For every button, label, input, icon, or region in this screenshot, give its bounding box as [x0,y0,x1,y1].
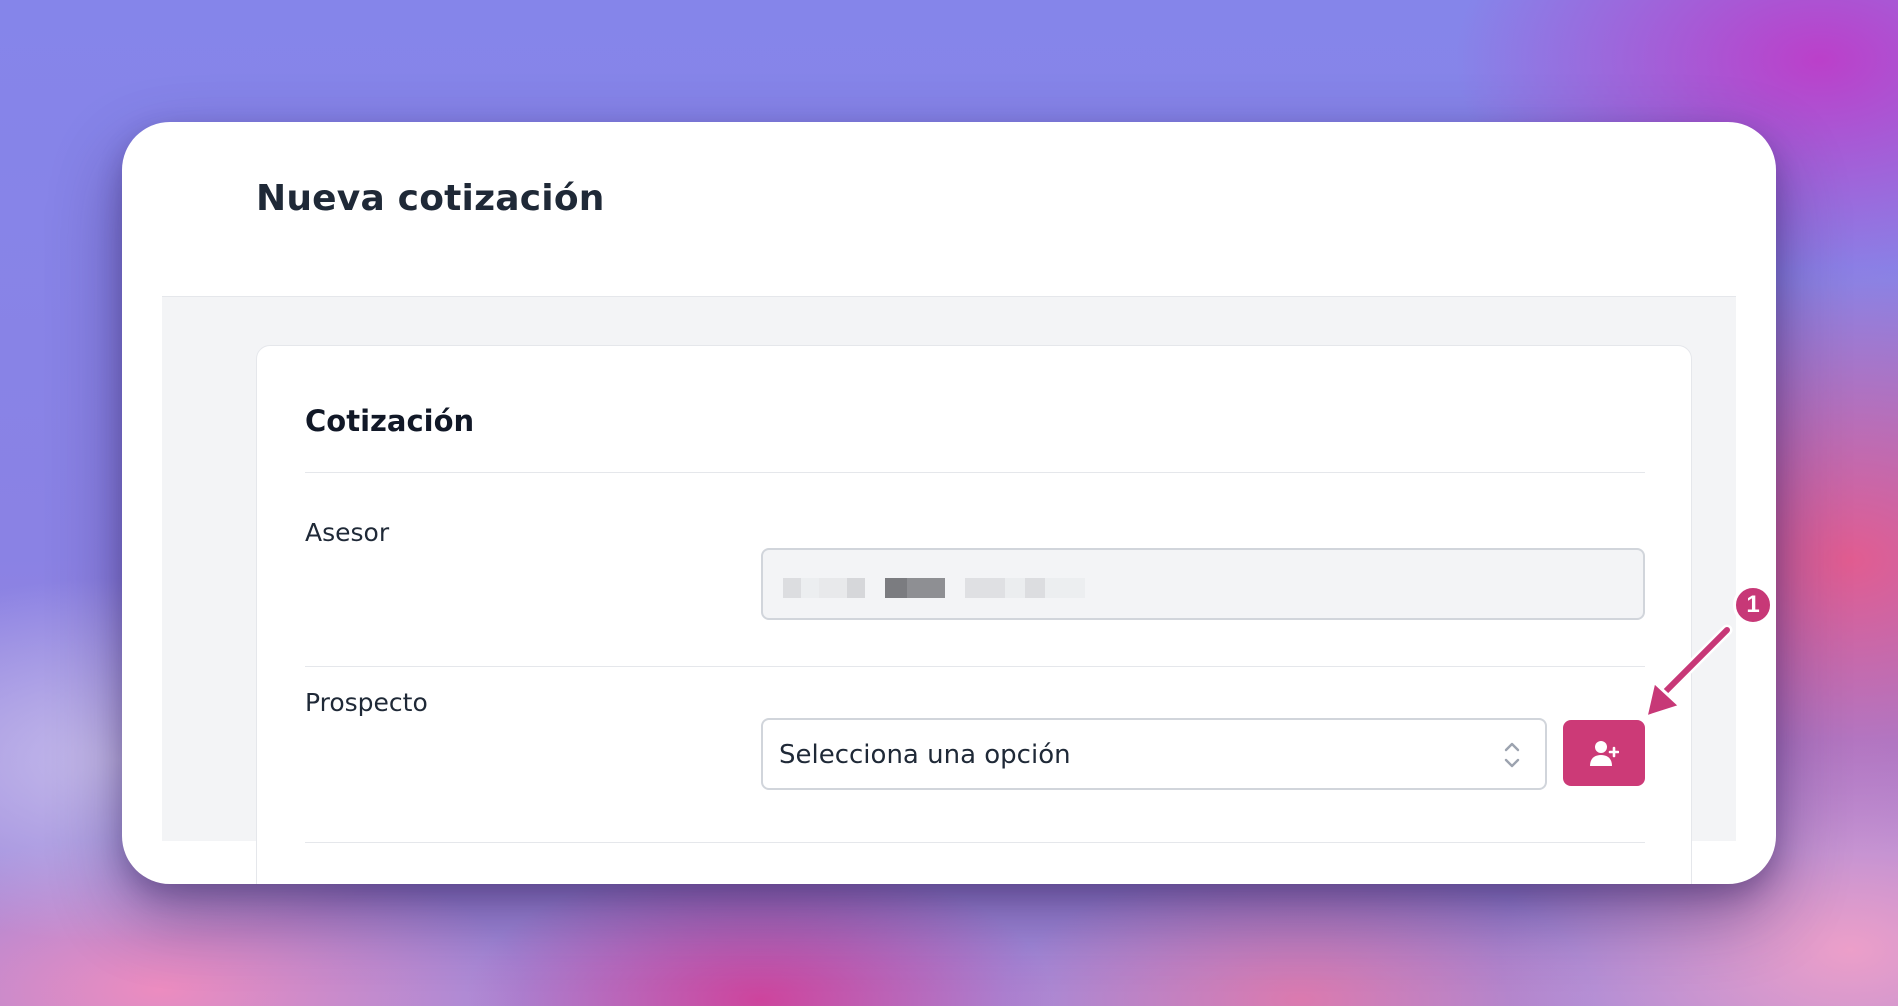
user-plus-icon [1590,741,1619,766]
divider [305,472,1645,473]
page-title: Nueva cotización [256,178,605,219]
asesor-field [761,548,1645,620]
app-window: Nueva cotización Cotización Asesor Prosp… [122,122,1776,884]
asesor-label: Asesor [305,518,390,547]
chevron-up-down-icon [1504,742,1520,768]
card-title: Cotización [305,404,475,438]
quote-card: Cotización Asesor Prospecto Selecciona u… [256,345,1692,884]
step-badge: 1 [1733,585,1773,625]
prospecto-label: Prospecto [305,688,428,717]
select-placeholder: Selecciona una opción [779,740,1071,770]
divider [305,842,1645,843]
add-prospect-button[interactable] [1563,720,1645,786]
content-area: Cotización Asesor Prospecto Selecciona u… [162,296,1736,884]
divider [305,666,1645,667]
prospecto-select[interactable]: Selecciona una opción [761,718,1547,790]
